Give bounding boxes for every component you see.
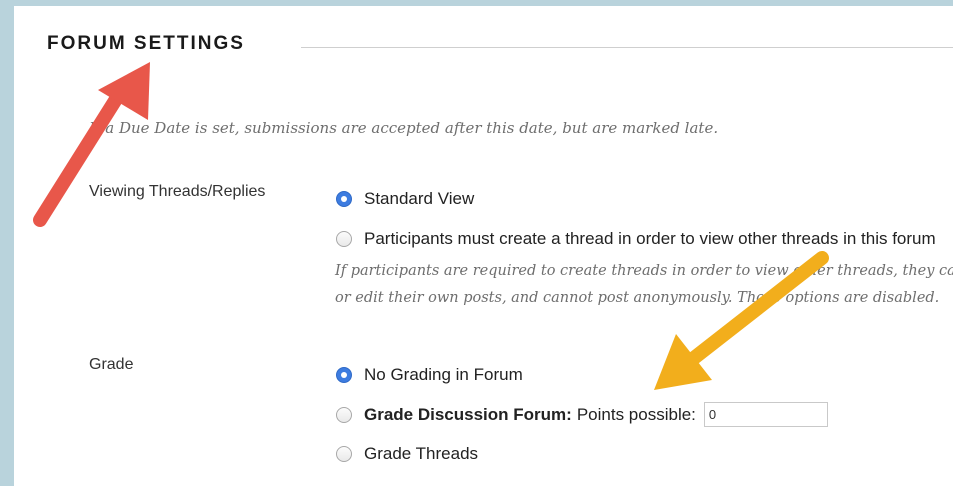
points-possible-input[interactable] <box>703 402 828 427</box>
viewing-help-line-2: or edit their own posts, and cannot post… <box>335 290 940 306</box>
points-possible-label: Points possible: <box>576 404 696 424</box>
viewing-help-text: If participants are required to create t… <box>335 258 953 312</box>
no-grading-radio[interactable] <box>336 367 352 383</box>
must-create-thread-radio[interactable] <box>336 231 352 247</box>
grade-discussion-forum-radio[interactable] <box>336 406 352 423</box>
viewing-help-line-1: If participants are required to create t… <box>335 263 953 279</box>
no-grading-label: No Grading in Forum <box>364 365 523 384</box>
grade-label: Grade <box>89 356 134 373</box>
standard-view-radio[interactable] <box>336 191 352 207</box>
title-divider <box>301 47 953 48</box>
forum-settings-panel: FORUM SETTINGS If a Due Date is set, sub… <box>14 6 953 486</box>
grade-discussion-forum-option[interactable]: Grade Discussion Forum: Points possible: <box>336 402 828 427</box>
standard-view-option[interactable]: Standard View <box>336 189 474 209</box>
section-title: FORUM SETTINGS <box>47 33 245 54</box>
grade-threads-label: Grade Threads <box>364 444 479 463</box>
grade-discussion-forum-label: Grade Discussion Forum: <box>364 404 572 424</box>
grade-threads-radio[interactable] <box>336 446 352 462</box>
viewing-threads-label: Viewing Threads/Replies <box>89 183 266 200</box>
must-create-thread-label: Participants must create a thread in ord… <box>364 229 936 248</box>
no-grading-option[interactable]: No Grading in Forum <box>336 365 523 385</box>
standard-view-label: Standard View <box>364 189 475 208</box>
grade-threads-option[interactable]: Grade Threads <box>336 444 478 464</box>
due-date-instructions: If a Due Date is set, submissions are ac… <box>89 119 719 137</box>
must-create-thread-option[interactable]: Participants must create a thread in ord… <box>336 229 936 249</box>
